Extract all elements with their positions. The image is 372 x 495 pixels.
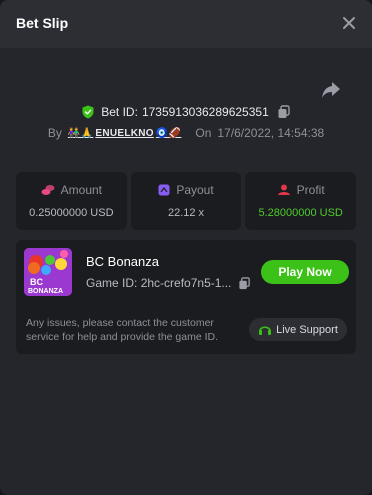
share-icon[interactable]	[320, 80, 342, 100]
user-emoji-right: 🧿🏈	[155, 127, 182, 139]
username-link[interactable]: 👫🙏 ENUELKNO 🧿🏈	[68, 128, 182, 139]
game-id-label: Game ID:	[86, 276, 138, 290]
coins-icon	[41, 185, 55, 195]
bet-date: 17/6/2022, 14:54:38	[217, 126, 325, 140]
bet-slip-dialog: Bet Slip Bet ID: 173591303628962535​1 By…	[0, 0, 372, 495]
svg-text:BONANZA: BONANZA	[28, 288, 63, 295]
username: ENUELKNO	[95, 127, 154, 139]
bet-stats: Amount 0.25000000 USD Payout 22.12 x Pro…	[16, 172, 357, 230]
payout-icon	[158, 184, 170, 196]
copy-icon[interactable]	[277, 105, 291, 119]
close-icon[interactable]	[340, 14, 358, 32]
dialog-title: Bet Slip	[16, 15, 69, 31]
dialog-body: Bet ID: 173591303628962535​1 By 👫🙏 ENUEL…	[0, 48, 372, 495]
live-support-label: Live Support	[276, 323, 338, 336]
bet-id-row: Bet ID: 173591303628962535​1	[0, 105, 372, 119]
dialog-header: Bet Slip	[0, 0, 372, 48]
game-name: BC Bonanza	[86, 254, 159, 269]
stat-profit: Profit 5.28000000 USD	[245, 172, 357, 230]
profit-icon	[277, 184, 290, 195]
headset-icon	[259, 326, 272, 335]
stat-payout: Payout 22.12 x	[130, 172, 242, 230]
verified-shield-icon	[82, 105, 94, 119]
user-emoji-left: 👫🙏	[67, 127, 94, 139]
stat-label: Payout	[176, 183, 214, 197]
stat-label: Profit	[296, 183, 325, 197]
on-label: On	[195, 126, 212, 140]
game-id: Game ID: 2hc-crefo7n5-1...	[86, 276, 231, 290]
stat-value: 22.12 x	[167, 207, 205, 219]
live-support-button[interactable]: Live Support	[249, 318, 347, 341]
play-now-button[interactable]: Play Now	[261, 260, 349, 284]
game-thumbnail[interactable]: BC BONANZA	[24, 248, 72, 296]
bet-id-value: 173591303628962535​1	[141, 105, 269, 119]
stat-label: Amount	[60, 183, 103, 197]
by-label: By	[47, 126, 62, 140]
stat-value: 0.25000000 USD	[29, 207, 114, 219]
bet-id-label: Bet ID:	[101, 105, 138, 119]
svg-text:BC: BC	[30, 277, 43, 287]
stat-amount: Amount 0.25000000 USD	[16, 172, 127, 230]
support-info-text: Any issues, please contact the customer …	[26, 317, 219, 343]
bonanza-logo: BC BONANZA	[24, 248, 72, 296]
bet-by-row: By 👫🙏 ENUELKNO 🧿🏈 On 17/6/2022, 14:54:38	[0, 126, 372, 140]
copy-game-id-icon[interactable]	[238, 277, 251, 290]
game-id-value: 2hc-crefo7n5-1...	[140, 276, 232, 290]
game-card: BC BONANZA BC Bonanza Game ID: 2hc-crefo…	[16, 240, 356, 354]
stat-value: 5.28000000 USD	[258, 207, 343, 219]
